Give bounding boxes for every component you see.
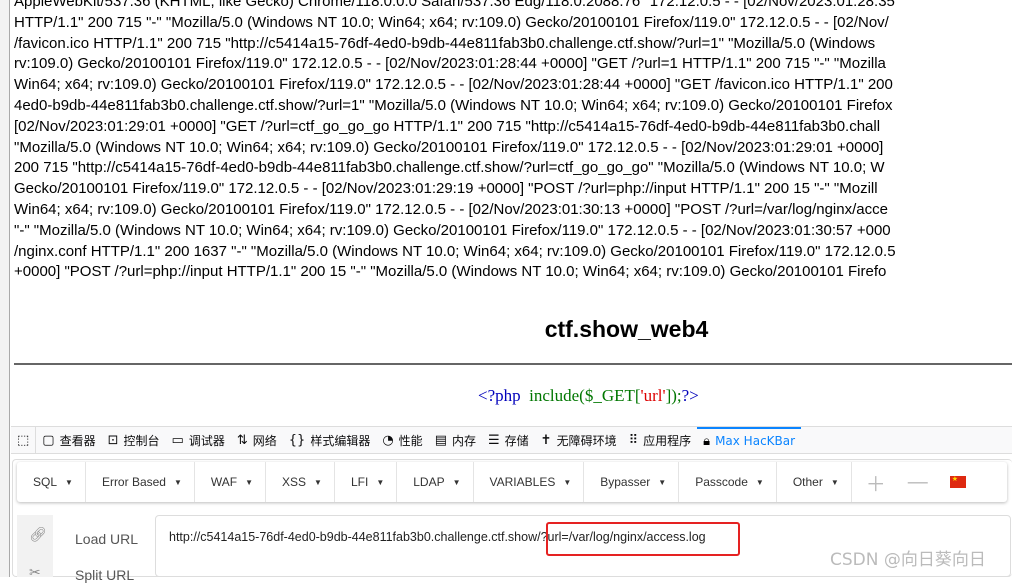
log-line: "-" "Mozilla/5.0 (Windows NT 10.0; Win64… bbox=[14, 221, 891, 239]
log-line: HTTP/1.1" 200 715 "-" "Mozilla/5.0 (Wind… bbox=[14, 13, 889, 31]
log-line: AppleWebKit/537.36 (KHTML, like Gecko) C… bbox=[14, 0, 895, 10]
tab-memory[interactable]: ▤ 内存 bbox=[429, 427, 482, 453]
log-line: rv:109.0) Gecko/20100101 Firefox/119.0" … bbox=[14, 55, 886, 73]
highlight-box bbox=[546, 522, 740, 556]
tab-max-hackbar[interactable]: 🔒︎ Max HacKBar bbox=[697, 427, 802, 453]
php-close-tag: ?> bbox=[681, 386, 699, 405]
picker-icon: ⬚ bbox=[17, 432, 30, 448]
accessibility-icon: ✝ bbox=[540, 432, 552, 448]
caret-down-icon: ▼ bbox=[755, 477, 764, 487]
php-string: 'url' bbox=[640, 386, 666, 405]
style-editor-icon: {} bbox=[288, 432, 306, 448]
performance-icon: ◔ bbox=[382, 432, 394, 448]
hackbar-menu: SQL ▼ Error Based ▼ WAF ▼ XSS ▼ LFI ▼ LDAP ▼ V… bbox=[17, 462, 1007, 502]
tab-network[interactable]: ⇅ 网络 bbox=[231, 427, 283, 453]
devtools-toolbar: ⬚ ▢ 查看器 ⊡ 控制台 ▭ 调试器 ⇅ 网络 {} 样式编辑器 ◔ 性能 ▤ 内存 ☰ 存储… bbox=[11, 426, 1012, 454]
menu-bypasser[interactable]: Bypasser ▼ bbox=[584, 462, 680, 502]
divider bbox=[14, 363, 1012, 365]
log-line: /favicon.ico HTTP/1.1" 200 715 "http://c… bbox=[14, 34, 876, 52]
page-title: ctf.show_web4 bbox=[544, 316, 709, 342]
minus-icon: — bbox=[907, 470, 928, 493]
log-line: Win64; x64; rv:109.0) Gecko/20100101 Fir… bbox=[14, 200, 888, 218]
caret-down-icon: ▼ bbox=[376, 477, 385, 487]
split-url-button[interactable]: Split URL bbox=[75, 567, 134, 583]
php-open-tag: <?php bbox=[478, 386, 521, 405]
tab-storage[interactable]: ☰ 存储 bbox=[482, 427, 535, 453]
caret-down-icon: ▼ bbox=[314, 477, 322, 487]
minus-button[interactable]: — bbox=[897, 462, 939, 502]
inspector-icon: ▢ bbox=[42, 432, 55, 448]
log-line: /nginx.conf HTTP/1.1" 200 1637 "-" "Mozi… bbox=[14, 242, 896, 260]
menu-ldap[interactable]: LDAP ▼ bbox=[397, 462, 474, 502]
tab-style-editor[interactable]: {} 样式编辑器 bbox=[283, 427, 377, 453]
language-button[interactable]: ★ bbox=[939, 462, 977, 502]
scissors-icon: ✂ bbox=[29, 565, 41, 581]
log-line: +0000] "POST /?url=php://input HTTP/1.1"… bbox=[14, 263, 887, 281]
tab-accessibility[interactable]: ✝ 无障碍环境 bbox=[535, 427, 623, 453]
caret-down-icon: ▼ bbox=[563, 477, 572, 487]
memory-icon: ▤ bbox=[434, 432, 447, 448]
log-line: Win64; x64; rv:109.0) Gecko/20100101 Fir… bbox=[14, 76, 893, 94]
menu-variables[interactable]: VARIABLES ▼ bbox=[474, 462, 585, 502]
plus-icon: ＋ bbox=[865, 473, 886, 496]
network-icon: ⇅ bbox=[236, 432, 248, 448]
plus-button[interactable]: ＋ bbox=[852, 462, 897, 502]
lock-icon: 🔒︎ bbox=[703, 433, 711, 449]
menu-lfi[interactable]: LFI ▼ bbox=[335, 462, 398, 502]
log-line: Gecko/20100101 Firefox/119.0" 172.12.0.5… bbox=[14, 180, 878, 198]
menu-sql[interactable]: SQL ▼ bbox=[17, 462, 86, 502]
log-line: 200 715 "http://c5414a15-76df-4ed0-b9db-… bbox=[14, 159, 885, 177]
log-line: "Mozilla/5.0 (Windows NT 10.0; Win64; x6… bbox=[14, 138, 884, 156]
php-include: include($_GET[ bbox=[529, 386, 641, 405]
php-close-fn: ]); bbox=[665, 386, 682, 405]
tab-application[interactable]: ⠿ 应用程序 bbox=[623, 427, 698, 453]
php-source: <?php include($_GET['url']);?> bbox=[478, 386, 699, 406]
debugger-icon: ▭ bbox=[171, 432, 184, 448]
log-line: [02/Nov/2023:01:29:01 +0000] "GET /?url=… bbox=[14, 117, 881, 135]
load-url-button[interactable]: Load URL bbox=[75, 531, 138, 547]
china-flag-icon: ★ bbox=[949, 476, 966, 488]
caret-down-icon: ▼ bbox=[173, 477, 182, 487]
link-icon: 🔗︎ bbox=[29, 527, 47, 543]
tab-performance[interactable]: ◔ 性能 bbox=[376, 427, 428, 453]
log-line: 4ed0-b9db-44e811fab3b0.challenge.ctf.sho… bbox=[14, 96, 893, 114]
caret-down-icon: ▼ bbox=[658, 477, 667, 487]
storage-icon: ☰ bbox=[488, 432, 500, 448]
left-window-edge bbox=[0, 0, 10, 577]
tab-inspector[interactable]: ▢ 查看器 bbox=[36, 427, 101, 453]
access-log-text: AppleWebKit/537.36 (KHTML, like Gecko) C… bbox=[14, 0, 1009, 283]
menu-xss[interactable]: XSS ▼ bbox=[266, 462, 335, 502]
caret-down-icon: ▼ bbox=[452, 477, 461, 487]
action-sidebar: 🔗︎ ✂ bbox=[17, 515, 53, 581]
caret-down-icon: ▼ bbox=[245, 477, 254, 487]
caret-down-icon: ▼ bbox=[830, 477, 839, 487]
menu-error-based[interactable]: Error Based ▼ bbox=[86, 462, 195, 502]
console-icon: ⊡ bbox=[107, 432, 119, 448]
menu-passcode[interactable]: Passcode ▼ bbox=[679, 462, 777, 502]
tab-console[interactable]: ⊡ 控制台 bbox=[102, 427, 166, 453]
watermark: CSDN @向日葵向日 bbox=[830, 550, 986, 570]
page-content: AppleWebKit/537.36 (KHTML, like Gecko) C… bbox=[11, 0, 1012, 425]
menu-waf[interactable]: WAF ▼ bbox=[195, 462, 267, 502]
tab-debugger[interactable]: ▭ 调试器 bbox=[166, 427, 231, 453]
caret-down-icon: ▼ bbox=[65, 477, 73, 487]
element-picker-button[interactable]: ⬚ bbox=[11, 427, 37, 453]
menu-other[interactable]: Other ▼ bbox=[777, 462, 852, 502]
application-icon: ⠿ bbox=[628, 432, 639, 448]
